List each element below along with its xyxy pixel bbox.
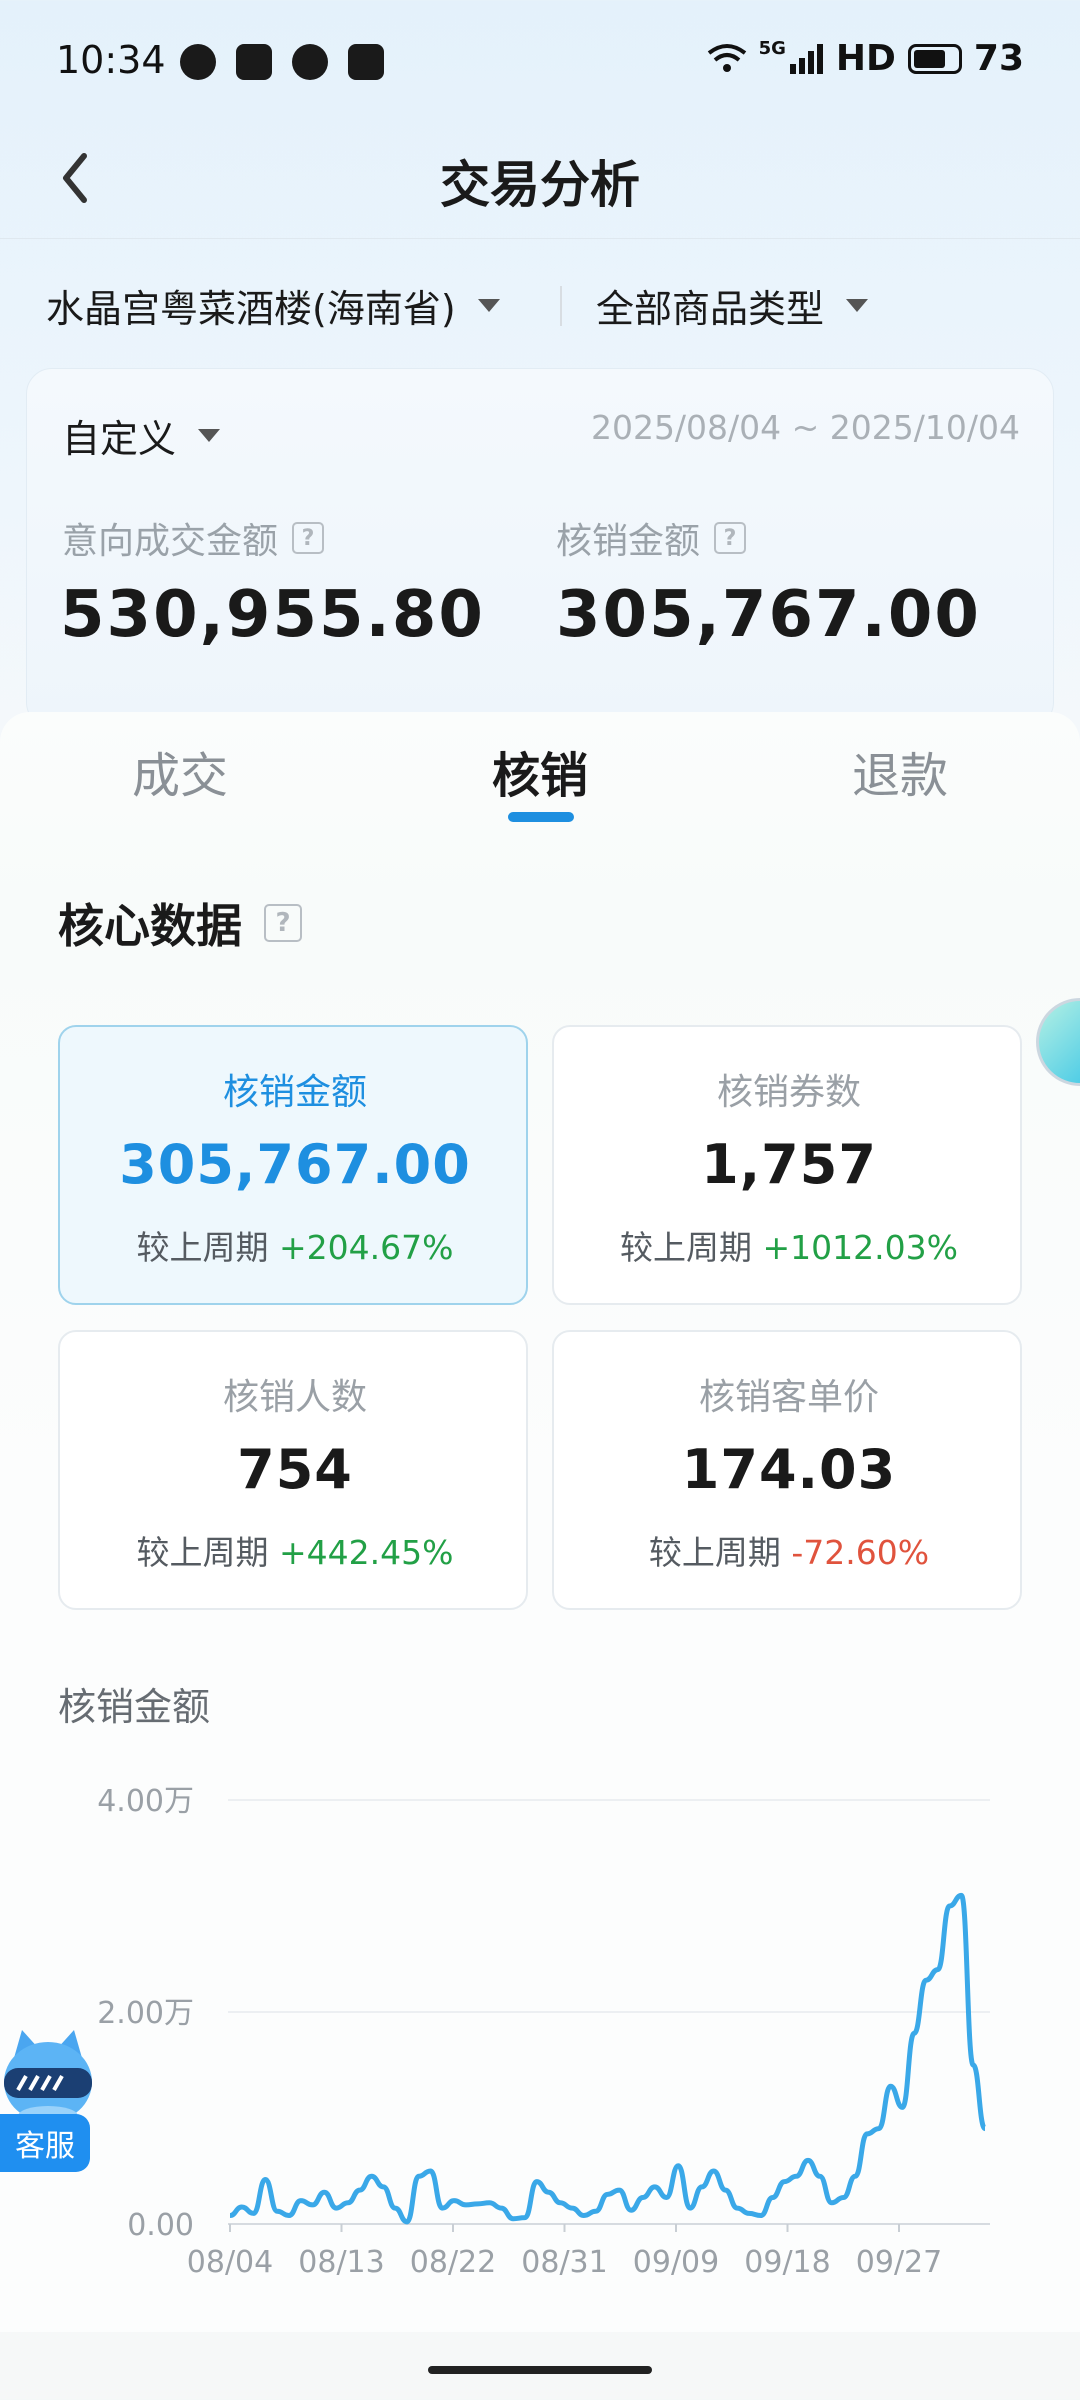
x-tick-label: 09/27 [856, 2245, 942, 2280]
verified-amount-label-text: 核销金额 [556, 521, 701, 562]
category-filter-label: 全部商品类型 [596, 287, 825, 331]
change-value: +204.67% [279, 1228, 454, 1267]
stat-value: 754 [237, 1438, 353, 1501]
stat-change: 较上周期 -72.60% [554, 1526, 1024, 1574]
x-tick-label: 08/04 [187, 2245, 273, 2280]
customer-service-button[interactable]: 客服 [0, 2114, 90, 2172]
stat-change: 较上周期 +442.45% [60, 1526, 530, 1574]
compare-label: 较上周期 [648, 1533, 781, 1572]
stat-label: 核销人数 [222, 1377, 367, 1418]
stat-label: 核销券数 [716, 1072, 861, 1113]
app-badge-icon [348, 44, 384, 80]
caret-down-icon [846, 299, 869, 312]
help-icon[interactable]: ? [292, 522, 325, 554]
battery-level: 73 [973, 38, 1024, 79]
verified-amount-value: 305,767.00 [556, 578, 981, 652]
battery-icon [907, 43, 962, 74]
tab-active-indicator [508, 812, 574, 822]
y-tick-label: 0.00 [127, 2208, 194, 2243]
tab-refund[interactable]: 退款 [790, 736, 1010, 806]
compare-label: 较上周期 [620, 1228, 752, 1267]
notification-icons [180, 44, 384, 80]
hd-indicator: HD [835, 38, 896, 79]
signal-icon [789, 43, 823, 74]
store-filter-label: 水晶宫粤菜酒楼(海南省) [46, 287, 456, 331]
intent-amount-value: 530,955.80 [60, 578, 485, 652]
compare-label: 较上周期 [136, 1533, 269, 1572]
x-tick-label: 08/13 [298, 2245, 384, 2280]
change-value: +442.45% [279, 1533, 454, 1572]
stat-label: 核销客单价 [698, 1377, 879, 1418]
intent-amount-label-text: 意向成交金额 [62, 521, 279, 562]
status-right: 5G HD 73 [707, 38, 1024, 79]
stat-card-verified-amount[interactable]: 核销金额 305,767.00 较上周期 +204.67% [58, 1025, 528, 1305]
filter-divider [560, 286, 562, 326]
date-range-selector[interactable]: 自定义 [62, 408, 221, 463]
core-data-title-text: 核心数据 [58, 899, 242, 953]
network-type: 5G [758, 38, 786, 59]
stat-card-verified-people[interactable]: 核销人数 754 较上周期 +442.45% [58, 1330, 528, 1610]
x-tick-label: 09/18 [744, 2245, 830, 2280]
stat-card-avg-price[interactable]: 核销客单价 174.03 较上周期 -72.60% [552, 1330, 1022, 1610]
caret-down-icon [198, 429, 221, 442]
range-type-label: 自定义 [62, 417, 177, 461]
home-indicator[interactable] [428, 2366, 652, 2374]
status-time: 10:34 [56, 38, 166, 82]
category-filter[interactable]: 全部商品类型 [596, 278, 869, 333]
x-tick-label: 08/22 [410, 2245, 496, 2280]
tab-deal[interactable]: 成交 [70, 736, 290, 806]
stat-change: 较上周期 +1012.03% [554, 1221, 1024, 1269]
x-tick-label: 08/31 [521, 2245, 607, 2280]
tab-verify[interactable]: 核销 [430, 736, 650, 806]
store-filter[interactable]: 水晶宫粤菜酒楼(海南省) [46, 278, 500, 333]
change-value: -72.60% [791, 1533, 930, 1572]
line-chart[interactable]: 4.00万 2.00万 0.0008/04 08/13 08/22 08/31 09/09 0… [0, 1740, 1080, 2300]
wifi-icon [707, 43, 746, 72]
y-tick-label: 2.00万 [97, 1996, 194, 2031]
verified-amount-label: 核销金额 ? [556, 512, 747, 564]
grid-app-icon [236, 44, 272, 80]
chat-bubble-icon [180, 44, 216, 80]
chart-title: 核销金额 [58, 1685, 211, 1729]
caret-down-icon [477, 299, 500, 312]
stat-value: 174.03 [681, 1438, 897, 1501]
x-tick-label: 09/09 [633, 2245, 719, 2280]
page-title: 交易分析 [440, 156, 640, 214]
stat-label: 核销金额 [222, 1072, 367, 1113]
series-line [229, 1892, 988, 2225]
message-icon [292, 44, 328, 80]
help-icon[interactable]: ? [264, 904, 302, 942]
change-value: +1012.03% [762, 1228, 958, 1267]
date-range: 2025/08/04 ~ 2025/10/04 [590, 408, 1020, 447]
header-divider [0, 238, 1080, 239]
core-data-title: 核心数据 ? [58, 890, 302, 956]
y-tick-label: 4.00万 [97, 1784, 194, 1819]
help-icon[interactable]: ? [714, 522, 747, 554]
stat-value: 1,757 [701, 1133, 877, 1196]
intent-amount-label: 意向成交金额 ? [62, 512, 325, 564]
stat-value: 305,767.00 [119, 1133, 471, 1196]
compare-label: 较上周期 [136, 1228, 269, 1267]
stat-change: 较上周期 +204.67% [60, 1221, 530, 1269]
stat-card-verified-coupons[interactable]: 核销券数 1,757 较上周期 +1012.03% [552, 1025, 1022, 1305]
